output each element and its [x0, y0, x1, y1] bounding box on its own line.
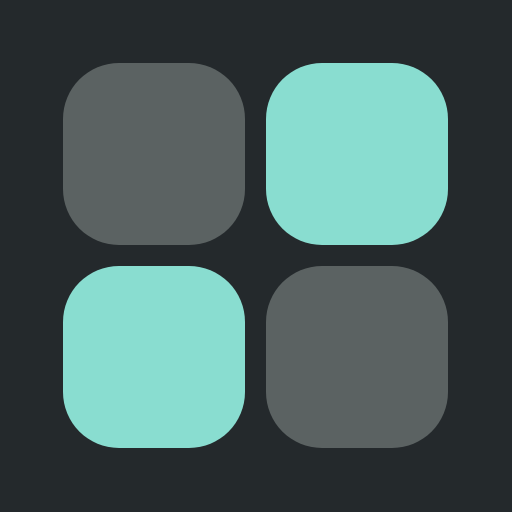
app-grid-icon [0, 0, 512, 512]
tile-top-right [266, 63, 448, 245]
tile-bottom-left [63, 266, 245, 448]
tile-bottom-right [266, 266, 448, 448]
tile-top-left [63, 63, 245, 245]
